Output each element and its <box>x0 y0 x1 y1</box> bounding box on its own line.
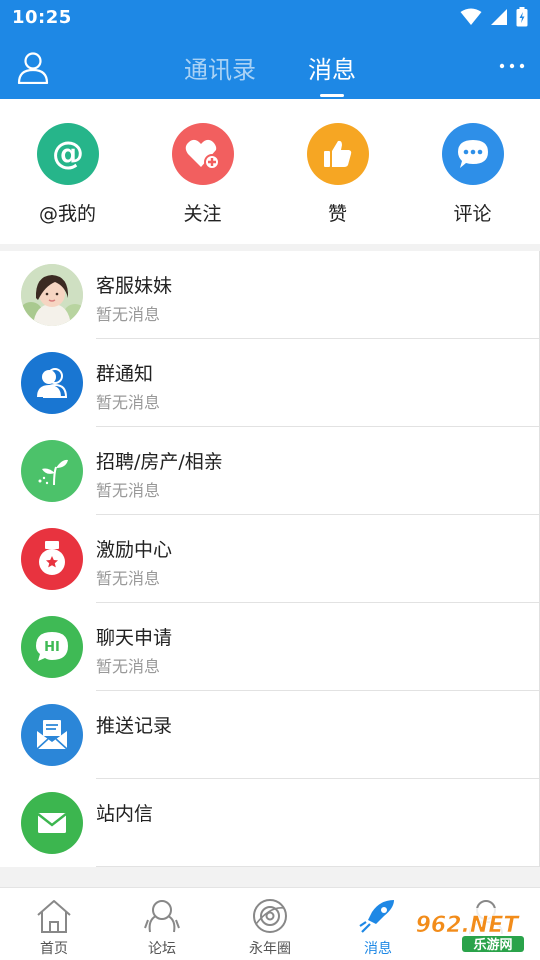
medal-icon <box>21 528 83 590</box>
svg-text:962.NET: 962.NET <box>416 913 521 938</box>
row-subtitle: 暂无消息 <box>96 481 161 500</box>
at-icon: @ <box>36 123 99 185</box>
more-icon[interactable] <box>498 54 526 78</box>
site-watermark-logo: 962.NET 乐游网 <box>404 908 530 953</box>
row-title: 招聘/房产/相亲 <box>96 451 223 473</box>
svg-text:乐游网: 乐游网 <box>473 937 512 953</box>
quick-label: @我的 <box>38 203 96 225</box>
list-item-service[interactable]: 客服妹妹 暂无消息 <box>0 251 539 339</box>
row-title: 站内信 <box>96 803 154 825</box>
tab-forum[interactable]: 论坛 <box>108 888 216 960</box>
quick-comments[interactable]: 评论 <box>405 99 540 244</box>
sprout-icon <box>21 440 83 502</box>
tab-label: 永年圈 <box>249 941 291 957</box>
tab-circle[interactable]: 永年圈 <box>216 888 324 960</box>
message-rocket-icon <box>357 896 399 936</box>
row-title: 推送记录 <box>96 715 173 737</box>
signal-icon <box>491 9 507 25</box>
home-icon <box>33 896 75 936</box>
row-subtitle: 暂无消息 <box>96 305 161 324</box>
hi-chat-icon: HI <box>21 616 83 678</box>
status-bar: 10:25 <box>0 0 540 34</box>
service-avatar <box>21 264 83 326</box>
top-nav: 通讯录 消息 <box>0 34 540 99</box>
tab-home[interactable]: 首页 <box>0 888 108 960</box>
app-header: 10:25 通讯录 消息 <box>0 0 540 99</box>
list-item-inbox[interactable]: 站内信 <box>0 779 539 867</box>
quick-actions: @ @我的 关注 赞 评论 <box>0 99 540 244</box>
list-item-chat-request[interactable]: HI 聊天申请 暂无消息 <box>0 603 539 691</box>
list-item-rewards[interactable]: 激励中心 暂无消息 <box>0 515 539 603</box>
envelope-icon <box>21 792 83 854</box>
comment-icon <box>441 123 504 185</box>
row-subtitle: 暂无消息 <box>96 393 161 412</box>
list-item-classifieds[interactable]: 招聘/房产/相亲 暂无消息 <box>0 427 539 515</box>
quick-at-me[interactable]: @ @我的 <box>0 99 135 244</box>
push-mail-icon <box>21 704 83 766</box>
list-item-push-history[interactable]: 推送记录 <box>0 691 539 779</box>
tab-label: 首页 <box>40 941 68 957</box>
quick-follow[interactable]: 关注 <box>135 99 270 244</box>
circle-icon <box>249 896 291 936</box>
tab-label: 论坛 <box>148 941 176 957</box>
message-list: 客服妹妹 暂无消息 群通知 暂无消息 招聘/房产/相亲 暂无消息 激励中心 暂无… <box>0 251 540 867</box>
status-time: 10:25 <box>12 7 72 28</box>
row-title: 客服妹妹 <box>96 275 173 297</box>
divider <box>96 866 539 867</box>
wifi-icon <box>460 8 482 25</box>
battery-icon <box>516 7 528 27</box>
tab-label: 消息 <box>364 941 392 957</box>
row-title: 群通知 <box>96 363 154 385</box>
quick-label: 赞 <box>327 203 347 225</box>
thumbs-up-icon <box>306 123 369 185</box>
quick-likes[interactable]: 赞 <box>270 99 405 244</box>
row-title: 激励中心 <box>96 539 173 561</box>
tab-messages[interactable]: 消息 <box>308 50 356 97</box>
row-title: 聊天申请 <box>96 627 173 649</box>
status-icons <box>460 7 528 27</box>
quick-label: 评论 <box>453 203 492 225</box>
nav-tabs: 通讯录 消息 <box>0 50 540 97</box>
row-subtitle: 暂无消息 <box>96 657 161 676</box>
quick-label: 关注 <box>183 203 222 225</box>
row-subtitle: 暂无消息 <box>96 569 161 588</box>
svg-text:@: @ <box>52 136 84 172</box>
tab-contacts[interactable]: 通讯录 <box>184 50 256 85</box>
list-item-group-notice[interactable]: 群通知 暂无消息 <box>0 339 539 427</box>
heart-plus-icon <box>171 123 234 185</box>
forum-icon <box>141 896 183 936</box>
group-icon <box>21 352 83 414</box>
svg-text:HI: HI <box>44 640 60 655</box>
